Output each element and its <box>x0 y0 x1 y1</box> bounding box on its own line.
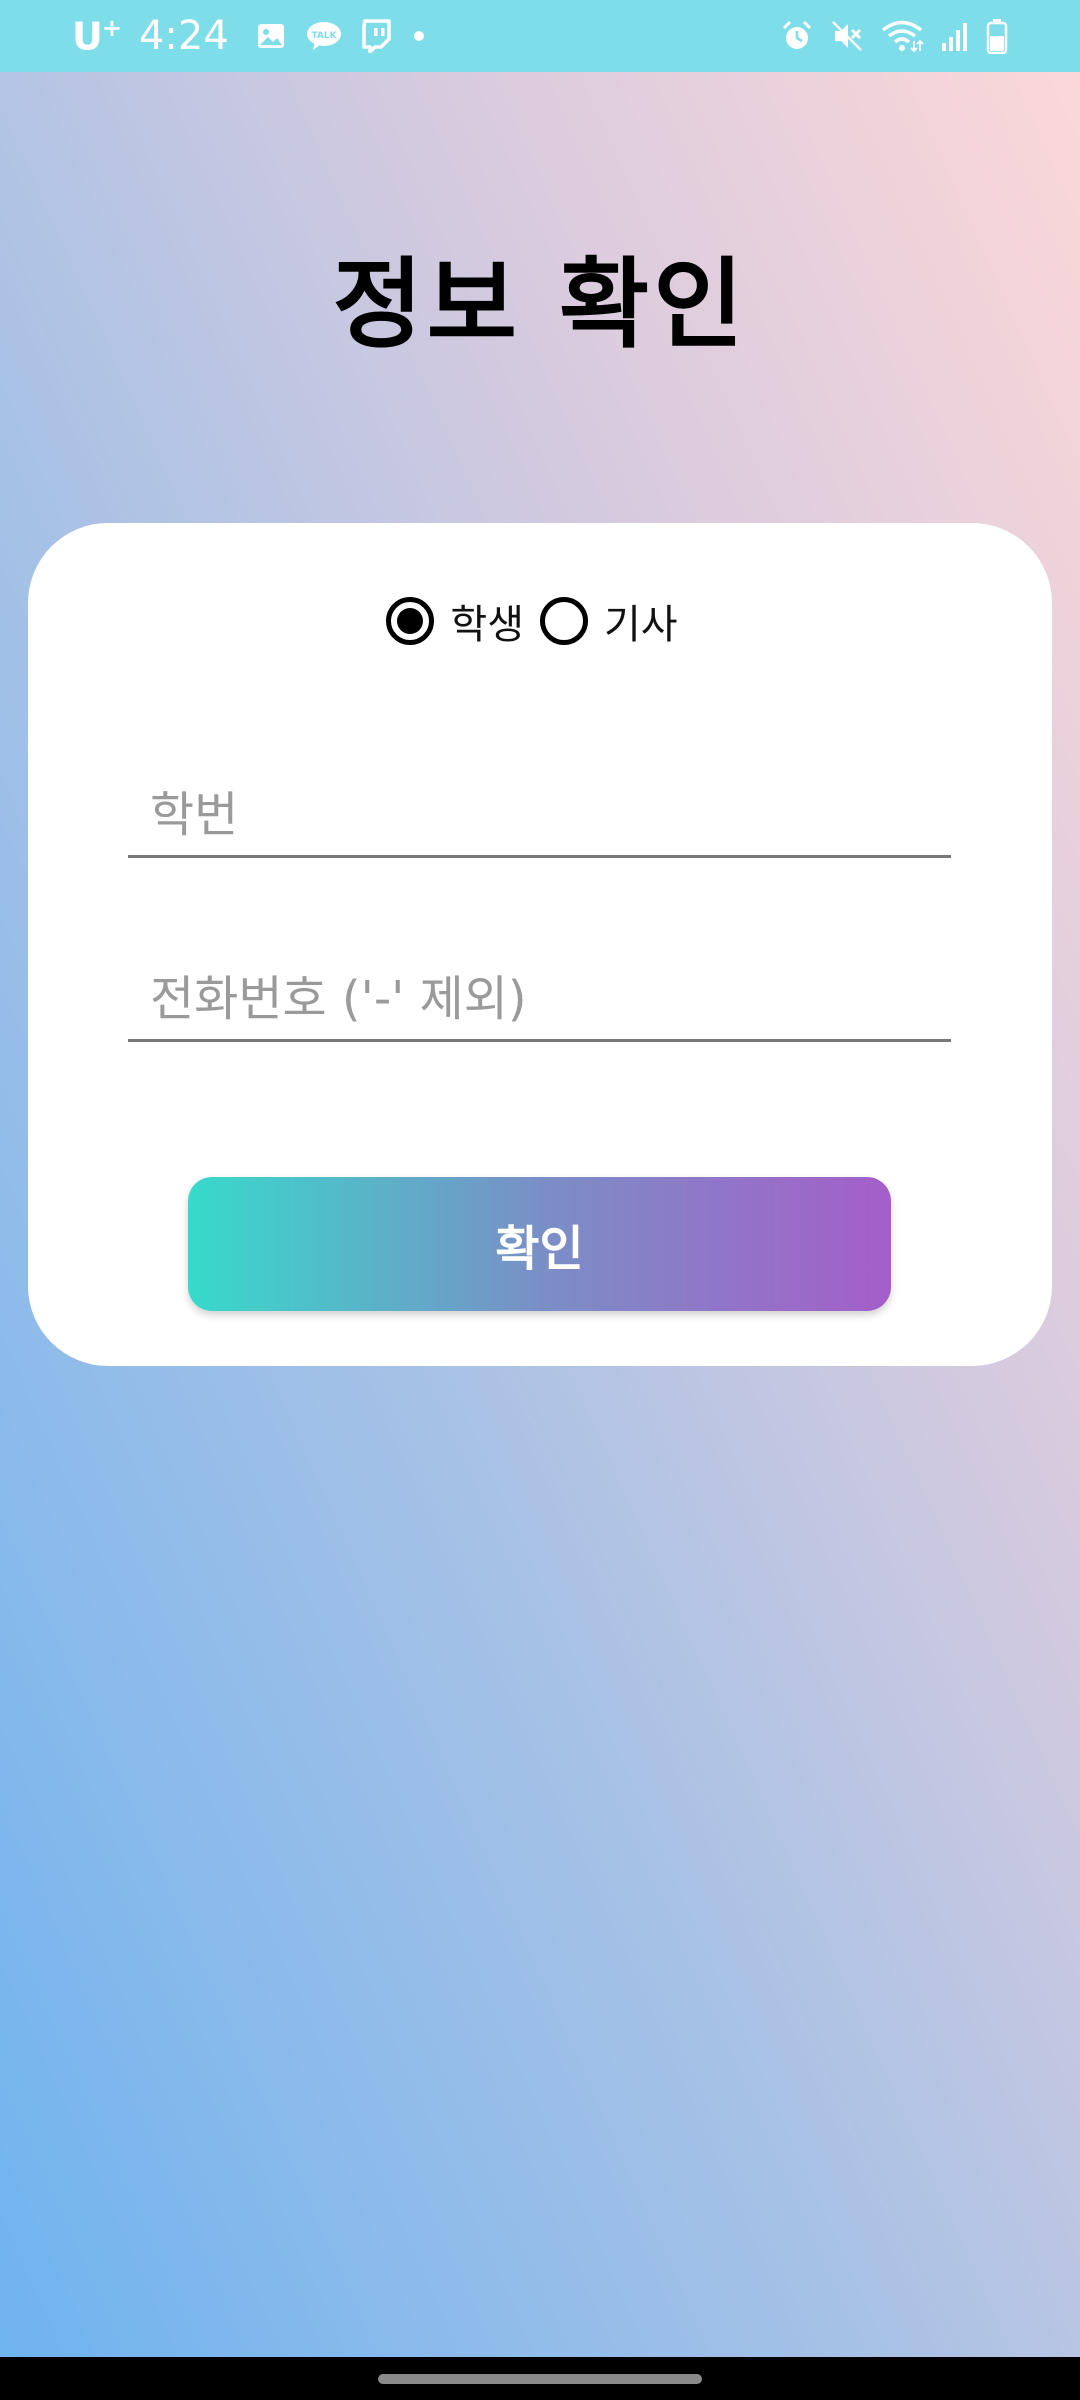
page-title: 정보 확인 <box>332 248 748 362</box>
status-bar: U+ 4:24 TALK <box>0 0 1080 72</box>
svg-text:TALK: TALK <box>311 31 337 41</box>
mute-icon <box>830 19 864 53</box>
wifi-icon <box>880 19 924 53</box>
navigation-bar <box>0 2357 1080 2400</box>
radio-driver[interactable]: 기사 <box>540 592 694 650</box>
dot-icon <box>409 26 429 46</box>
twitch-icon <box>361 19 391 53</box>
battery-icon <box>986 18 1008 54</box>
confirm-button[interactable]: 확인 <box>188 1177 891 1311</box>
carrier-label: U+ <box>72 13 122 59</box>
status-bar-left: U+ 4:24 TALK <box>72 0 429 72</box>
alarm-icon <box>780 19 814 53</box>
radio-student-selected-icon[interactable] <box>386 597 435 645</box>
signal-icon <box>940 19 970 53</box>
status-time: 4:24 <box>138 13 229 59</box>
radio-driver-unselected-icon[interactable] <box>540 597 588 645</box>
kakaotalk-icon: TALK <box>305 20 343 52</box>
phone-input[interactable] <box>128 958 951 1042</box>
carrier-name: U <box>72 14 103 59</box>
student-id-input[interactable] <box>128 774 951 858</box>
radio-driver-label[interactable]: 기사 <box>604 592 678 650</box>
status-bar-right <box>780 0 1008 72</box>
radio-dot-icon <box>397 608 424 634</box>
radio-student-label[interactable]: 학생 <box>450 592 524 650</box>
carrier-plus: + <box>101 13 122 42</box>
radio-student[interactable]: 학생 <box>386 592 540 650</box>
role-radio-group: 학생 기사 <box>0 592 1080 650</box>
image-icon <box>255 20 287 52</box>
home-handle[interactable] <box>378 2374 702 2384</box>
